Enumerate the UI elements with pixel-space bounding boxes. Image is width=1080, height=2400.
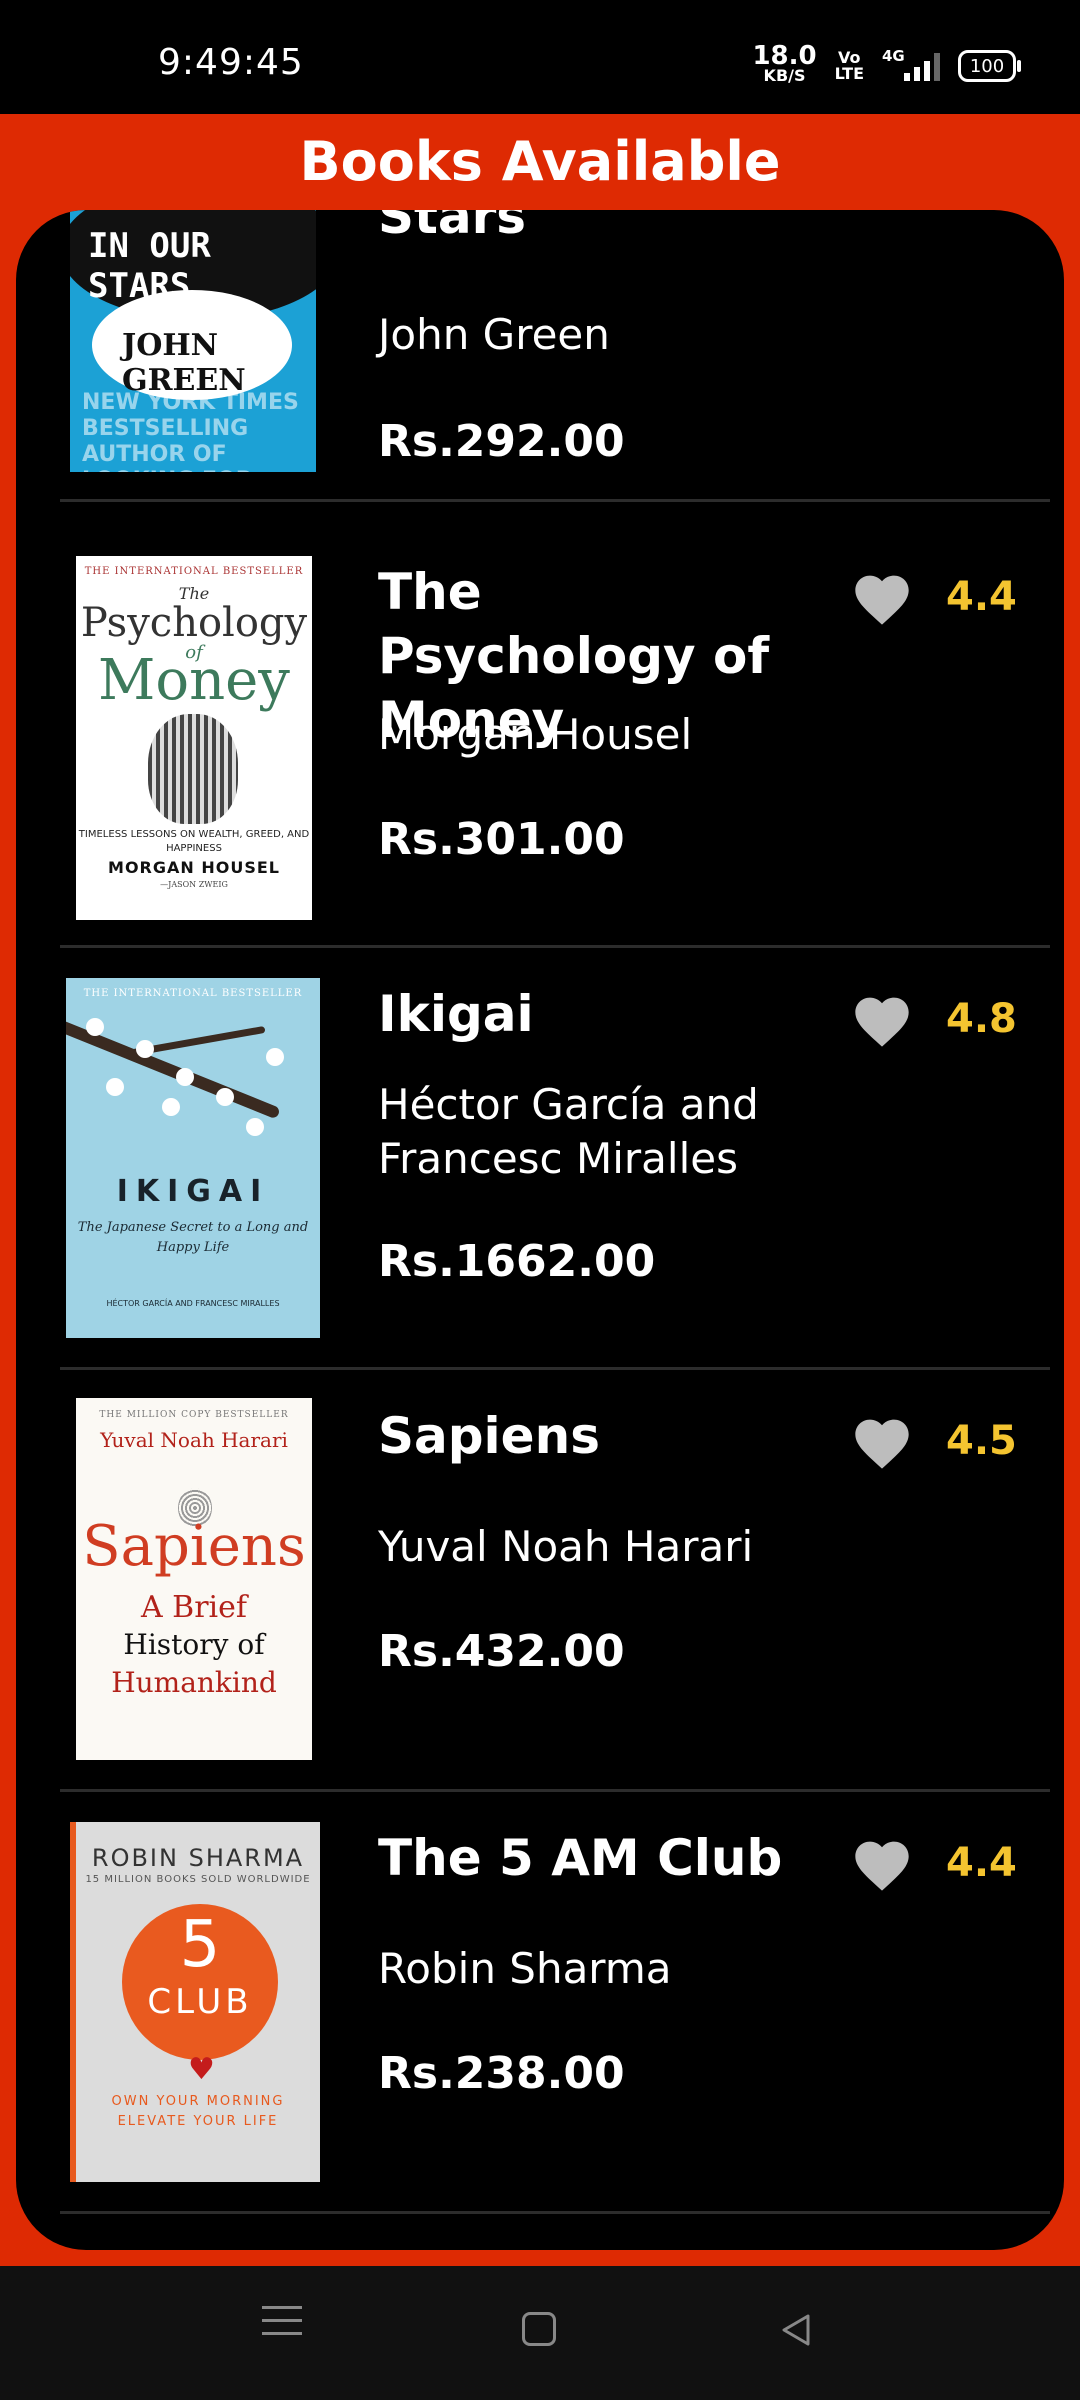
list-item[interactable]: IN OUR STARS JOHN GREEN NEW YORK TIMES B… xyxy=(44,210,1050,502)
cover-line: OWN YOUR MORNING xyxy=(111,2094,285,2109)
cover-subtitle: TIMELESS LESSONS ON WEALTH, GREED, AND H… xyxy=(78,829,310,854)
book-price-wrap: Rs.1662.00 xyxy=(378,1236,798,1287)
cover-circle: 5 CLUB xyxy=(122,1904,278,2060)
book-list[interactable]: IN OUR STARS JOHN GREEN NEW YORK TIMES B… xyxy=(16,210,1064,2250)
rating-value: 4.5 xyxy=(946,1418,1017,1464)
home-icon[interactable] xyxy=(522,2312,556,2346)
book-author-wrap: Héctor García and Francesc Miralles xyxy=(378,1078,798,1186)
network-speed-value: 18.0 xyxy=(752,41,817,71)
heart-cover-icon: ♥ xyxy=(188,2052,215,2087)
book-info: Sapiens xyxy=(378,1404,798,1468)
rating-value: 4.4 xyxy=(946,1840,1017,1886)
cover-subtitle: History of xyxy=(123,1628,265,1661)
cover-title: CLUB xyxy=(147,1982,253,2022)
heart-icon[interactable] xyxy=(850,990,914,1050)
cover-title: IKIGAI xyxy=(116,1174,270,1209)
heart-icon[interactable] xyxy=(850,568,914,628)
status-icons: 18.0 KB/S Vo LTE 4G 100 xyxy=(752,41,1021,86)
book-price: Rs.432.00 xyxy=(378,1626,625,1677)
network-speed: 18.0 KB/S xyxy=(752,41,817,86)
book-info: Ikigai xyxy=(378,982,798,1046)
book-author: Yuval Noah Harari xyxy=(378,1522,754,1571)
book-author-wrap: Morgan Housel xyxy=(378,708,798,762)
status-time: 9:49:45 xyxy=(158,42,304,83)
book-price-wrap: Rs.238.00 xyxy=(378,2048,798,2099)
book-cover: THE INTERNATIONAL BESTSELLER IKIGAI The … xyxy=(66,978,320,1338)
book-title: Ikigai xyxy=(378,985,534,1043)
book-author-wrap: Robin Sharma xyxy=(378,1942,798,1996)
divider xyxy=(60,499,1050,502)
list-item[interactable]: ROBIN SHARMA 15 MILLION BOOKS SOLD WORLD… xyxy=(44,1792,1050,2214)
book-author-wrap: John Green xyxy=(378,308,798,362)
cover-subtitle: A Brief xyxy=(140,1590,248,1625)
cover-text: of xyxy=(185,642,203,663)
cover-author: ROBIN SHARMA xyxy=(91,1844,305,1872)
page-title: Books Available xyxy=(299,130,781,193)
battery-icon: 100 xyxy=(958,50,1021,82)
cover-title: Sapiens xyxy=(82,1514,306,1579)
book-price: Rs.1662.00 xyxy=(378,1236,656,1287)
cover-subtitle: The Japanese Secret to a Long and Happy … xyxy=(77,1220,309,1255)
back-icon[interactable] xyxy=(776,2310,816,2350)
cover-subtitle: OWN YOUR MORNING ELEVATE YOUR LIFE xyxy=(76,2092,320,2132)
rating-value: 4.8 xyxy=(946,996,1017,1042)
book-cover: IN OUR STARS JOHN GREEN NEW YORK TIMES B… xyxy=(70,210,316,472)
cover-author: JOHN GREEN xyxy=(122,328,246,398)
heart-icon[interactable] xyxy=(850,1834,914,1894)
list-item[interactable]: THE INTERNATIONAL BESTSELLER The Psychol… xyxy=(44,526,1050,948)
brain-icon xyxy=(148,714,238,824)
book-info: Stars xyxy=(378,210,798,248)
rating-value: 4.4 xyxy=(946,574,1017,620)
cover-tagline: THE INTERNATIONAL BESTSELLER xyxy=(83,988,303,999)
cover-title: Psychology xyxy=(80,600,308,646)
system-nav-bar xyxy=(0,2266,1080,2400)
book-author: Héctor García and Francesc Miralles xyxy=(378,1080,759,1183)
book-author: John Green xyxy=(378,310,610,359)
menu-icon[interactable] xyxy=(262,2306,302,2346)
book-author: Robin Sharma xyxy=(378,1944,672,1993)
volte-icon: Vo LTE xyxy=(835,50,864,82)
book-price: Rs.238.00 xyxy=(378,2048,625,2099)
book-price: Rs.292.00 xyxy=(378,416,625,467)
list-item[interactable]: THE MILLION COPY BESTSELLER Yuval Noah H… xyxy=(44,1370,1050,1792)
book-title: Stars xyxy=(378,210,527,245)
network-type: 4G xyxy=(882,47,905,65)
cover-tagline: THE MILLION COPY BESTSELLER xyxy=(99,1410,289,1420)
book-cover: ROBIN SHARMA 15 MILLION BOOKS SOLD WORLD… xyxy=(70,1822,320,2182)
cover-tagline: 15 MILLION BOOKS SOLD WORLDWIDE xyxy=(85,1874,311,1885)
battery-level: 100 xyxy=(969,55,1005,77)
volte-bottom: LTE xyxy=(834,64,864,83)
cover-author: Yuval Noah Harari xyxy=(100,1428,288,1452)
cover-author: HÉCTOR GARCÍA AND FRANCESC MIRALLES xyxy=(106,1299,280,1308)
cover-title: 5 xyxy=(179,1908,221,1982)
book-title: The 5 AM Club xyxy=(378,1829,783,1887)
book-price: Rs.301.00 xyxy=(378,814,625,865)
cover-quote: —JASON ZWEIG xyxy=(160,880,228,889)
cover-line: ELEVATE YOUR LIFE xyxy=(117,2114,279,2129)
cover-subtitle: Humankind xyxy=(111,1666,277,1699)
book-title: Sapiens xyxy=(378,1407,600,1465)
app-screen: Books Available IN OUR STARS JOHN GREEN … xyxy=(0,114,1080,2266)
book-info: The 5 AM Club xyxy=(378,1826,798,1890)
book-price-wrap: Rs.432.00 xyxy=(378,1626,798,1677)
signal-icon: 4G xyxy=(882,47,940,81)
book-author-wrap: Yuval Noah Harari xyxy=(378,1520,798,1574)
network-speed-unit: KB/S xyxy=(763,66,806,85)
divider xyxy=(60,2211,1050,2214)
book-author: Morgan Housel xyxy=(378,710,693,759)
book-price-wrap: Rs.292.00 xyxy=(378,416,798,467)
cover-text: IN OUR STARS xyxy=(88,226,211,306)
heart-icon[interactable] xyxy=(850,1412,914,1472)
book-price-wrap: Rs.301.00 xyxy=(378,814,798,865)
book-cover: THE MILLION COPY BESTSELLER Yuval Noah H… xyxy=(76,1398,312,1760)
cover-tagline: THE INTERNATIONAL BESTSELLER xyxy=(84,566,304,577)
status-bar: 9:49:45 18.0 KB/S Vo LTE 4G 100 xyxy=(0,0,1080,114)
book-cover: THE INTERNATIONAL BESTSELLER The Psychol… xyxy=(76,556,312,920)
cover-author: MORGAN HOUSEL xyxy=(108,858,280,877)
cover-tag: NEW YORK TIMES BESTSELLING AUTHOR OF LOO… xyxy=(82,390,299,472)
list-item[interactable]: THE INTERNATIONAL BESTSELLER IKIGAI The … xyxy=(44,948,1050,1370)
